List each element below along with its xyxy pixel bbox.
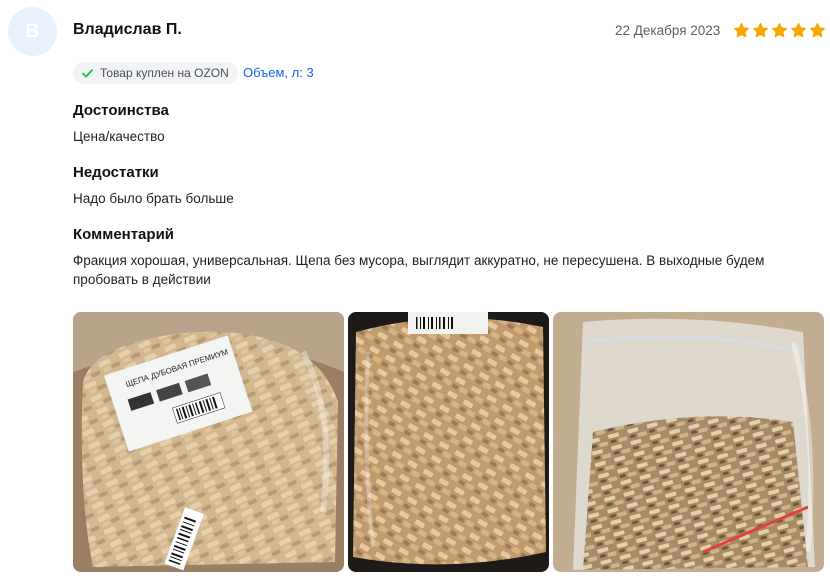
star-icon: [733, 22, 750, 39]
cons-text: Надо было брать больше: [73, 191, 234, 206]
author-name[interactable]: Владислав П.: [73, 21, 182, 39]
verified-purchase-label: Товар куплен на OZON: [100, 66, 229, 80]
rating-stars: [733, 22, 826, 39]
pros-title: Достоинства: [73, 102, 169, 119]
verified-purchase-badge: Товар куплен на OZON: [73, 62, 238, 84]
pros-text: Цена/качество: [73, 129, 165, 144]
avatar[interactable]: В: [8, 7, 57, 56]
comment-text: Фракция хорошая, универсальная. Щепа без…: [73, 253, 765, 287]
star-icon: [752, 22, 769, 39]
review-photo-2[interactable]: [348, 312, 549, 572]
cons-title: Недостатки: [73, 164, 159, 181]
product-variant-link[interactable]: Объем, л: 3: [243, 65, 314, 80]
review-photo-1[interactable]: ЩЕПА ДУБОВАЯ ПРЕМИУМ: [73, 312, 344, 572]
checkmark-icon: [82, 68, 93, 78]
comment-title: Комментарий: [73, 226, 175, 243]
review-date: 22 Декабря 2023: [615, 23, 721, 38]
review-photo-3[interactable]: [553, 312, 824, 572]
star-icon: [809, 22, 826, 39]
star-icon: [771, 22, 788, 39]
star-icon: [790, 22, 807, 39]
